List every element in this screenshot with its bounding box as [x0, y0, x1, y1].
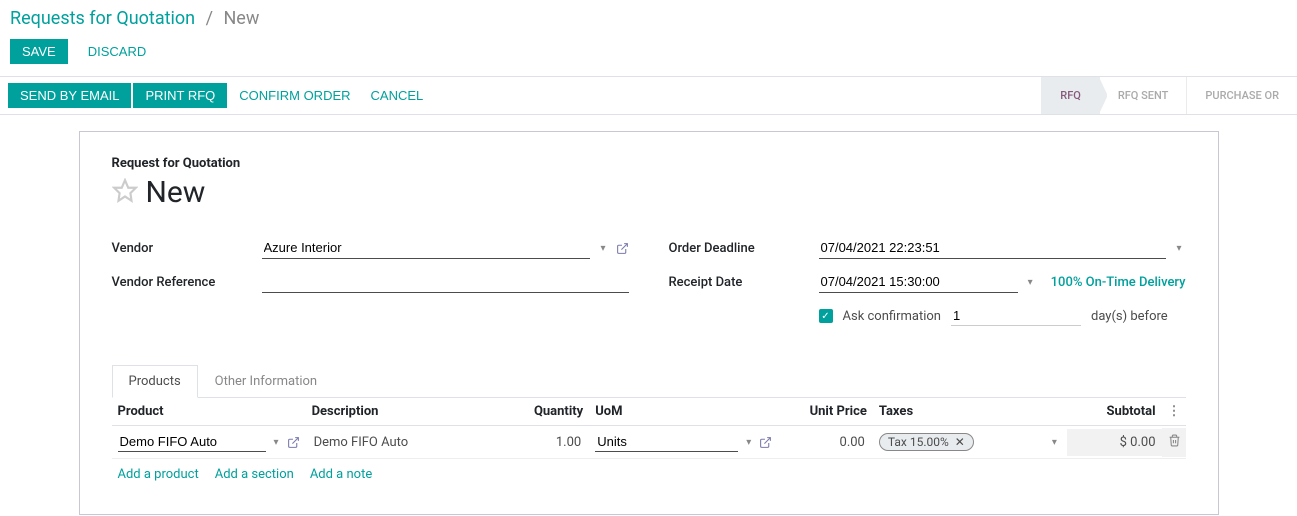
deadline-label: Order Deadline	[669, 241, 819, 256]
vendor-ref-input[interactable]	[262, 271, 629, 293]
vendor-external-link-icon[interactable]	[616, 242, 629, 255]
add-product-link[interactable]: Add a product	[118, 467, 199, 482]
col-unit-price: Unit Price	[778, 398, 873, 425]
ask-confirmation-label: Ask confirmation	[843, 309, 942, 324]
row-quantity[interactable]: 1.00	[526, 433, 584, 452]
deadline-dropdown-icon[interactable]: ▾	[1172, 243, 1185, 254]
row-uom-dropdown-icon[interactable]: ▾	[742, 437, 755, 448]
tax-tag-label: Tax 15.00%	[888, 435, 949, 449]
row-product-external-link-icon[interactable]	[287, 436, 300, 449]
stage-rfq[interactable]: RFQ	[1041, 77, 1099, 114]
breadcrumb-parent[interactable]: Requests for Quotation	[10, 8, 195, 29]
add-section-link[interactable]: Add a section	[215, 467, 294, 482]
col-description: Description	[306, 398, 520, 425]
breadcrumb-current: New	[223, 8, 259, 29]
cancel-button[interactable]: CANCEL	[361, 83, 434, 108]
vendor-label: Vendor	[112, 241, 262, 256]
breadcrumb-sep: /	[206, 8, 213, 29]
row-subtotal: $ 0.00	[1067, 429, 1162, 456]
row-taxes-dropdown-icon[interactable]: ▾	[1048, 437, 1061, 448]
tax-tag[interactable]: Tax 15.00% ✕	[879, 433, 974, 451]
deadline-input[interactable]	[819, 237, 1167, 259]
days-before-label: day(s) before	[1091, 309, 1168, 324]
col-uom: UoM	[589, 398, 778, 425]
print-rfq-button[interactable]: PRINT RFQ	[133, 83, 227, 108]
add-note-link[interactable]: Add a note	[310, 467, 372, 482]
save-button[interactable]: SAVE	[10, 39, 68, 64]
row-uom-external-link-icon[interactable]	[759, 436, 772, 449]
col-taxes: Taxes	[873, 398, 1067, 425]
col-product: Product	[112, 398, 306, 425]
row-delete-icon[interactable]	[1162, 428, 1186, 457]
send-email-button[interactable]: SEND BY EMAIL	[8, 83, 131, 108]
col-quantity: Quantity	[520, 398, 590, 425]
page-title: New	[146, 175, 206, 210]
row-description[interactable]: Demo FIFO Auto	[312, 433, 411, 452]
ask-confirmation-days-input[interactable]	[951, 306, 1081, 326]
sheet-head-label: Request for Quotation	[112, 156, 1186, 171]
stage-rfq-sent[interactable]: RFQ SENT	[1099, 77, 1187, 114]
tab-other-information[interactable]: Other Information	[198, 365, 334, 398]
favorite-star-icon[interactable]	[112, 178, 138, 208]
row-uom-input[interactable]	[595, 432, 738, 452]
vendor-dropdown-icon[interactable]: ▾	[596, 243, 609, 254]
tax-remove-icon[interactable]: ✕	[955, 435, 965, 449]
row-unit-price[interactable]: 0.00	[784, 433, 867, 452]
discard-button[interactable]: DISCARD	[84, 39, 151, 64]
row-product-input[interactable]	[118, 432, 266, 452]
tab-products[interactable]: Products	[112, 365, 198, 398]
vendor-input[interactable]	[262, 237, 591, 259]
confirm-order-button[interactable]: CONFIRM ORDER	[229, 83, 360, 108]
table-row: ▾ Demo FIFO Auto 1.00 ▾	[112, 426, 1186, 459]
row-product-dropdown-icon[interactable]: ▾	[270, 437, 283, 448]
receipt-input[interactable]	[819, 271, 1018, 293]
col-subtotal: Subtotal	[1067, 398, 1162, 425]
stage-purchase-order[interactable]: PURCHASE OR	[1186, 77, 1297, 114]
vendor-ref-label: Vendor Reference	[112, 275, 262, 290]
receipt-dropdown-icon[interactable]: ▾	[1024, 277, 1037, 288]
ontime-delivery-label: 100% On-Time Delivery	[1051, 275, 1186, 290]
grid-options-icon[interactable]: ⋮	[1162, 398, 1186, 425]
ask-confirmation-checkbox[interactable]: ✓	[819, 309, 833, 323]
receipt-label: Receipt Date	[669, 275, 819, 290]
